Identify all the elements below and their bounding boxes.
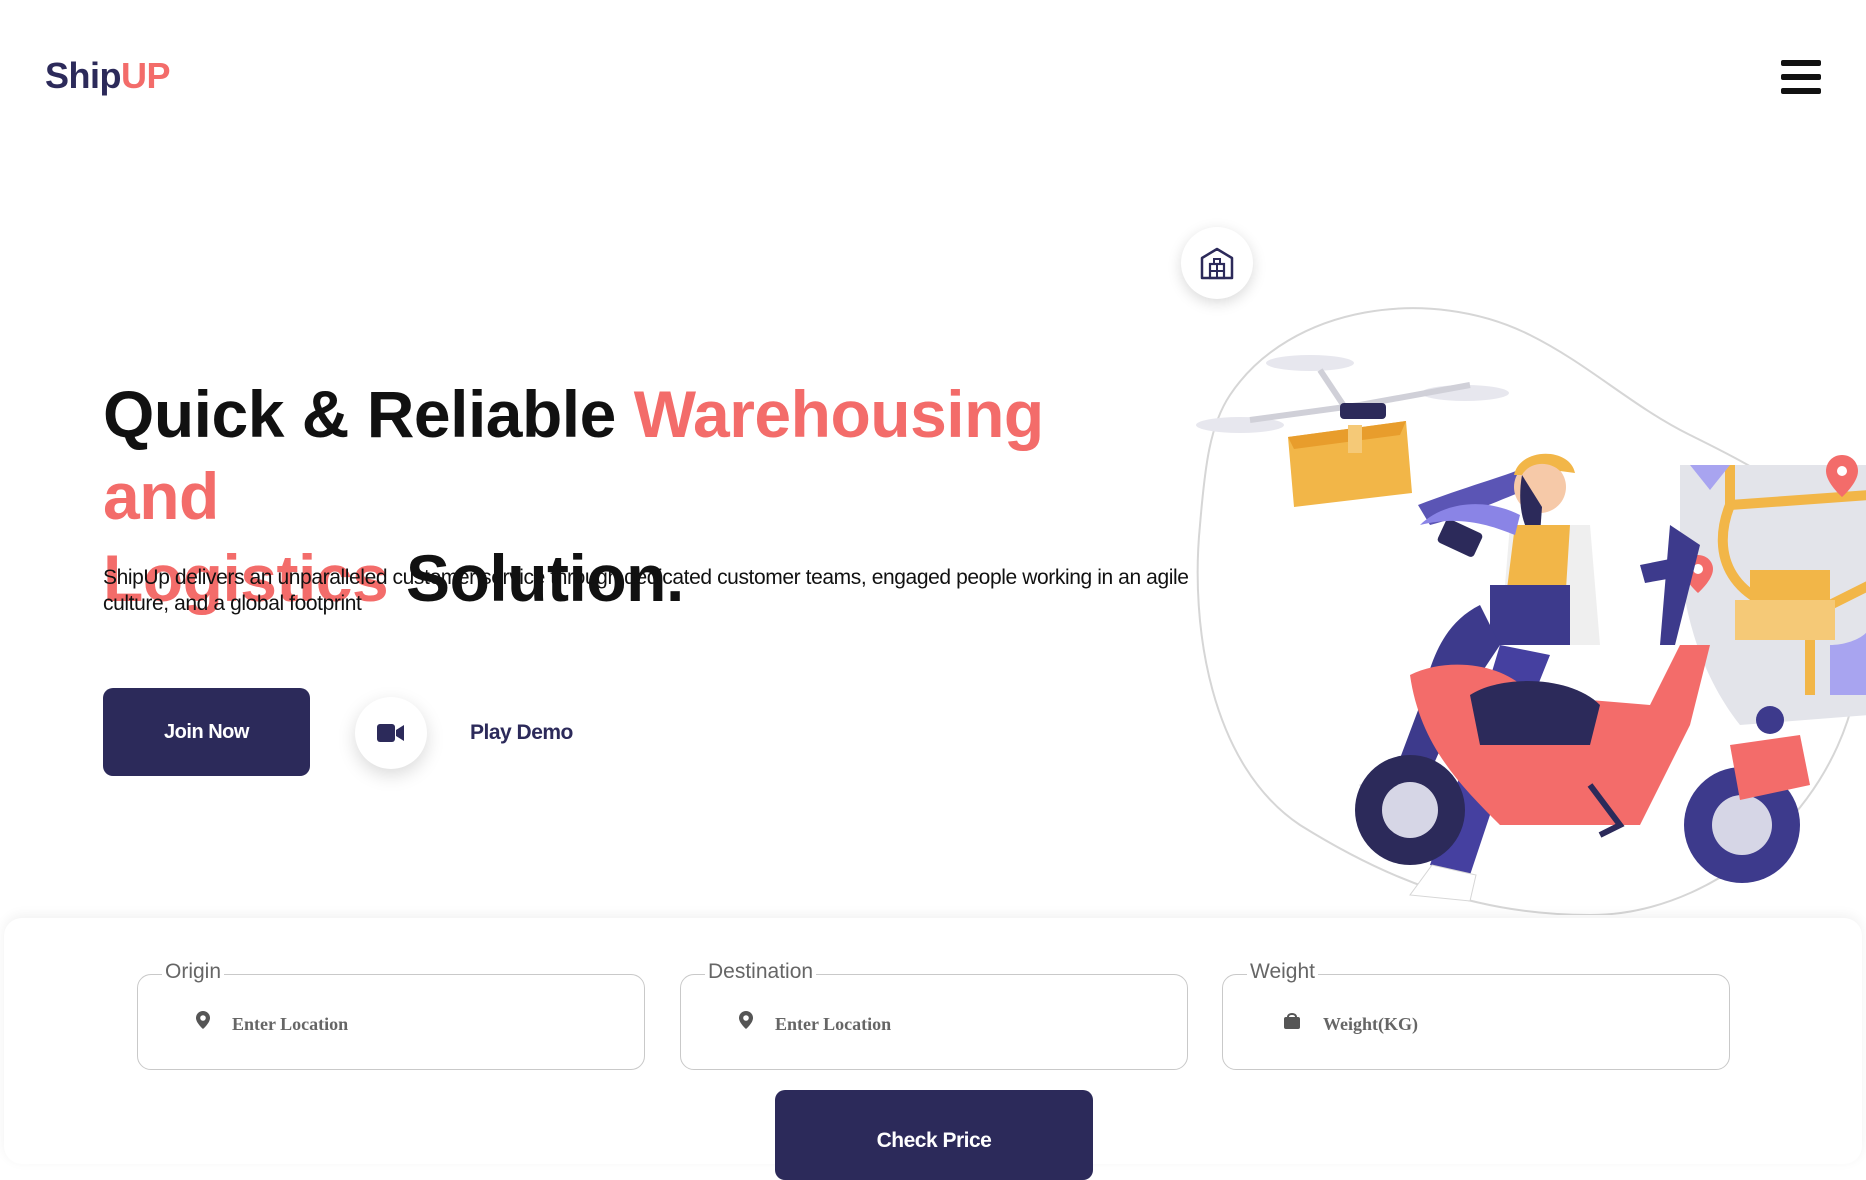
play-demo-label[interactable]: Play Demo <box>470 721 573 745</box>
origin-label: Origin <box>162 960 225 984</box>
check-price-button[interactable]: Check Price <box>775 1090 1093 1180</box>
origin-input[interactable] <box>230 1003 614 1045</box>
hero-description: ShipUp delivers an unparalleled customer… <box>103 566 1189 615</box>
destination-input[interactable] <box>773 1003 1157 1045</box>
bag-icon <box>1284 1013 1300 1029</box>
destination-field[interactable]: Destination <box>680 960 1188 1070</box>
join-now-button[interactable]: Join Now <box>103 688 310 776</box>
logo[interactable]: ShipUP <box>45 55 171 97</box>
play-demo-button[interactable] <box>355 697 427 769</box>
menu-icon[interactable] <box>1781 60 1821 94</box>
location-pin-icon <box>739 1011 753 1029</box>
weight-input[interactable] <box>1321 1003 1705 1045</box>
logo-text-up: UP <box>121 55 171 96</box>
location-pin-icon <box>196 1011 210 1029</box>
destination-label: Destination <box>705 960 817 984</box>
delivery-illustration <box>1196 307 1866 915</box>
origin-field[interactable]: Origin <box>137 960 645 1070</box>
logo-text-ship: Ship <box>45 55 122 96</box>
video-camera-icon <box>377 724 404 742</box>
hero-title-part1: Quick & Reliable <box>103 377 634 451</box>
weight-field[interactable]: Weight <box>1222 960 1730 1070</box>
weight-label: Weight <box>1247 960 1318 984</box>
